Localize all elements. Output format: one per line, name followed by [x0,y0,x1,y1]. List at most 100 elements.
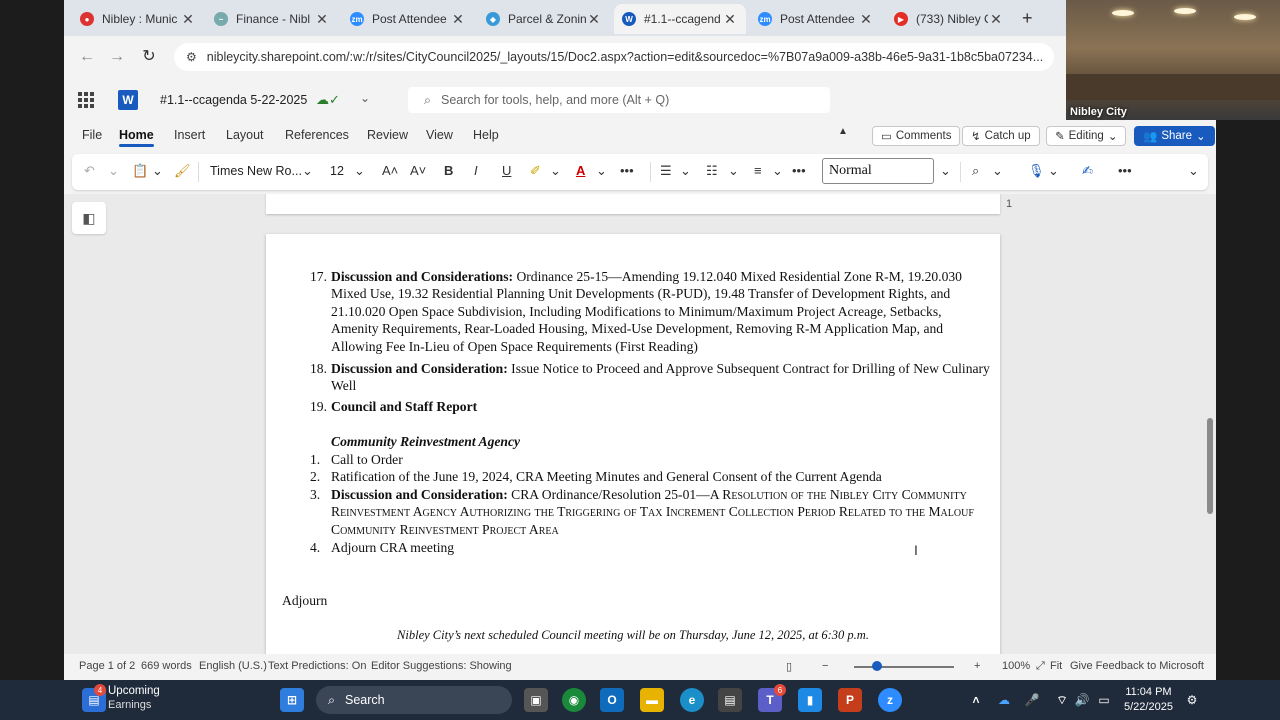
task-view-icon[interactable]: ▣ [524,688,548,712]
menu-review[interactable]: Review [367,128,408,142]
zoom-out-icon[interactable]: − [822,660,828,672]
underline-icon[interactable]: U [502,163,511,178]
more-options-icon[interactable]: ••• [792,163,806,178]
chevron-down-icon[interactable]: ⌄ [728,163,739,179]
collapse-ribbon-icon[interactable]: ▲ [838,126,848,137]
close-icon[interactable]: ✕ [586,11,602,28]
chevron-up-icon[interactable]: ˄ [964,688,988,712]
tab-2[interactable]: zm Post Attendee ✕ [342,4,474,34]
zoom-slider-thumb[interactable] [872,661,882,671]
volume-icon[interactable]: 🔊 [1070,688,1094,712]
menu-file[interactable]: File [82,128,102,142]
shrink-font-icon[interactable]: A˅ [410,163,426,178]
share-button[interactable]: 👥 Share ⌄ [1134,126,1215,146]
notepad-icon[interactable]: ▤ [718,688,742,712]
new-tab-button[interactable]: + [1022,8,1033,29]
more-options-icon[interactable]: ••• [620,163,634,178]
reload-icon[interactable]: ↻ [138,46,160,68]
chevron-down-icon[interactable]: ⌄ [108,163,119,179]
catch-up-button[interactable]: ↯ Catch up [962,126,1040,146]
chrome-icon[interactable]: ◉ [562,688,586,712]
undo-icon[interactable]: ↶ [84,163,95,179]
zoom-slider[interactable] [854,666,954,668]
menu-help[interactable]: Help [473,128,499,142]
widget-text[interactable]: Upcoming Earnings [108,684,160,712]
chevron-down-icon[interactable]: ⌄ [550,163,561,179]
chevron-down-icon[interactable]: ⌄ [1048,163,1059,179]
numbering-icon[interactable]: ☷ [706,163,718,179]
page-count[interactable]: Page 1 of 2 [79,660,135,672]
close-icon[interactable]: ✕ [858,11,874,28]
font-color-icon[interactable]: A [576,163,585,178]
tab-3[interactable]: ◆ Parcel & Zonin ✕ [478,4,610,34]
view-mode-icon[interactable]: ▯ [786,660,792,673]
dictate-icon[interactable]: 🎙 [1028,163,1045,179]
battery-icon[interactable]: ▭ [1092,688,1116,712]
search-input[interactable]: ⌕ Search for tools, help, and more (Alt … [408,87,830,113]
forward-icon[interactable]: → [106,46,128,68]
close-icon[interactable]: ✕ [450,11,466,28]
chevron-down-icon[interactable]: ⌄ [354,163,365,179]
chevron-down-icon[interactable]: ⌄ [360,91,370,105]
comments-button[interactable]: ▭ Comments [872,126,961,146]
more-options-icon[interactable]: ••• [1118,163,1132,178]
file-explorer-icon[interactable]: ▬ [640,688,664,712]
align-icon[interactable]: ≡ [754,163,762,178]
tab-0[interactable]: ● Nibley : Munic ✕ [72,4,204,34]
zoom-app-icon[interactable]: z [878,688,902,712]
bullets-icon[interactable]: ☰ [660,163,672,179]
chevron-down-icon[interactable]: ⌄ [940,163,951,179]
system-clock[interactable]: 11:04 PM 5/22/2025 [1124,685,1173,715]
taskbar-search[interactable]: ⌕ Search [316,686,512,714]
menu-references[interactable]: References [285,128,349,142]
edge-icon[interactable]: e [680,688,704,712]
document-title[interactable]: #1.1--ccagenda 5-22-2025 [160,93,307,107]
highlighter-icon[interactable]: ✐ [530,163,541,179]
editor-suggestions[interactable]: Editor Suggestions: Showing [371,660,512,672]
onedrive-icon[interactable]: ☁ [992,688,1016,712]
tab-4-active[interactable]: W #1.1--ccagend ✕ [614,4,746,34]
chevron-down-icon[interactable]: ⌄ [680,163,691,179]
close-icon[interactable]: ✕ [180,11,196,28]
outlook-icon[interactable]: O [600,688,624,712]
zoom-level[interactable]: 100% [1002,660,1030,672]
close-icon[interactable]: ✕ [988,11,1004,28]
document-page[interactable]: 17. Discussion and Considerations: Ordin… [266,234,1000,654]
paste-icon[interactable]: 📋 [132,163,148,179]
menu-layout[interactable]: Layout [226,128,264,142]
menu-view[interactable]: View [426,128,453,142]
grow-font-icon[interactable]: A˄ [382,163,398,178]
powerpoint-icon[interactable]: P [838,688,862,712]
chevron-down-icon[interactable]: ⌄ [302,163,313,179]
close-icon[interactable]: ✕ [722,11,738,28]
zoom-in-icon[interactable]: + [974,660,980,672]
site-info-icon[interactable]: ⚙ [186,50,197,64]
bold-icon[interactable]: B [444,163,453,178]
chevron-down-icon[interactable]: ⌄ [992,163,1003,179]
find-icon[interactable]: ⌕ [972,163,979,179]
tab-5[interactable]: zm Post Attendee ✕ [750,4,882,34]
language[interactable]: English (U.S.) [199,660,267,672]
menu-home[interactable]: Home [119,128,154,147]
tab-6[interactable]: ▶ (733) Nibley C ✕ [886,4,1012,34]
microphone-icon[interactable]: 🎤 [1020,688,1044,712]
word-count[interactable]: 669 words [141,660,192,672]
chevron-down-icon[interactable]: ⌄ [152,163,163,179]
file-icon[interactable]: ▮ [798,688,822,712]
navigation-pane-icon[interactable]: ◧ [72,202,106,234]
style-select[interactable]: Normal [822,158,934,184]
back-icon[interactable]: ← [76,46,98,68]
menu-insert[interactable]: Insert [174,128,205,142]
start-icon[interactable]: ⊞ [280,688,304,712]
fit-button[interactable]: Fit [1050,660,1062,672]
chevron-down-icon[interactable]: ⌄ [596,163,607,179]
notifications-icon[interactable]: ⚙ [1180,688,1204,712]
app-launcher-icon[interactable] [78,92,94,108]
close-icon[interactable]: ✕ [314,11,330,28]
text-predictions[interactable]: Text Predictions: On [268,660,366,672]
editor-icon[interactable]: ✍ [1082,163,1093,179]
format-painter-icon[interactable]: 🖌 [174,163,191,179]
chevron-down-icon[interactable]: ⌄ [772,163,783,179]
editing-mode-button[interactable]: ✎ Editing ⌄ [1046,126,1127,146]
feedback-link[interactable]: Give Feedback to Microsoft [1070,660,1204,672]
